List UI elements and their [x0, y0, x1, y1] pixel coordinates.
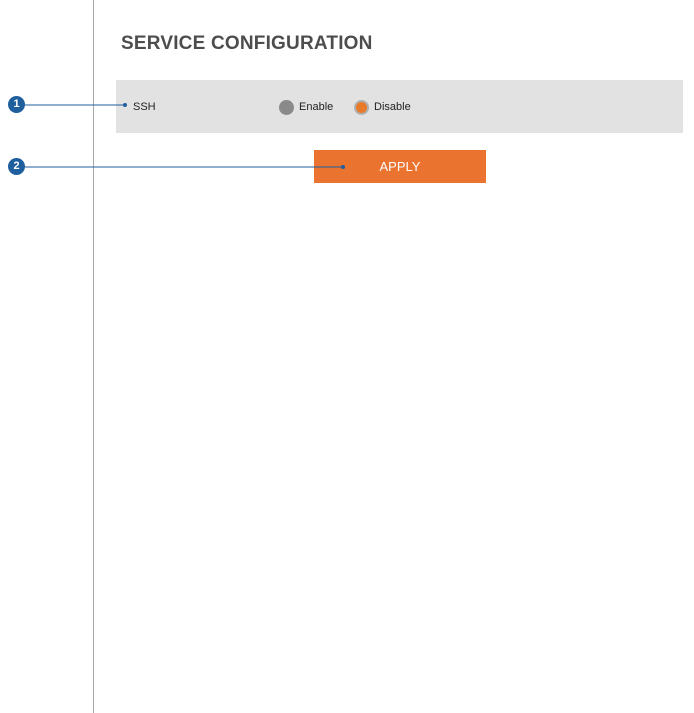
callout-leader-lines [25, 103, 345, 169]
callout-badge-2: 2 [8, 158, 25, 175]
callout-badge-1: 1 [8, 96, 25, 113]
